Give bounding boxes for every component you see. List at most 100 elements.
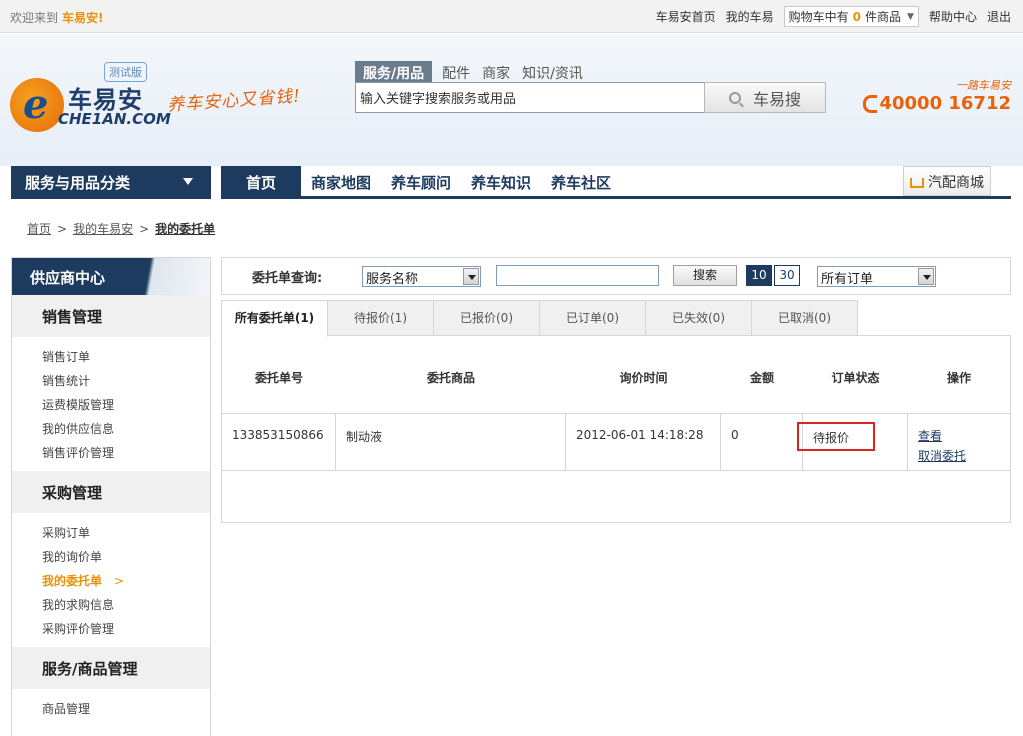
sidebar-title: 供应商中心 [12,258,210,295]
welcome-text: 欢迎来到 [10,11,59,25]
chevron-right-icon: > [114,574,125,588]
top-links: 车易安首页 我的车易 购物车中有 0 件商品 ▼ 帮助中心 退出 [646,6,1011,27]
cancel-consignment-link[interactable]: 取消委托 [918,446,1000,466]
nav-item-community[interactable]: 养车社区 [541,166,621,196]
nav-item-home[interactable]: 首页 [221,166,301,196]
logo-text-en: CHE1AN.COM [58,110,171,128]
column-header-status: 订单状态 [831,371,880,385]
cart-prefix: 购物车中有 [788,10,849,24]
chevron-down-icon [183,178,193,185]
column-header-product: 委托商品 [426,371,475,385]
category-menu-button[interactable]: 服务与用品分类 [11,166,211,199]
cell-actions: 查看 取消委托 [908,414,1010,470]
breadcrumb-home[interactable]: 首页 [27,222,51,236]
query-label: 委托单查询: [252,271,323,286]
home-link[interactable]: 车易安首页 [656,7,716,27]
query-input[interactable] [496,265,659,286]
logo-letter: e [23,81,49,128]
view-link[interactable]: 查看 [918,426,1000,446]
status-badge: 待报价 [797,422,875,451]
breadcrumb-separator: > [139,222,150,236]
sidebar-item-supply-info[interactable]: 我的供应信息 [42,417,210,441]
tab-ordered[interactable]: 已订单(0) [539,300,646,336]
column-header-id: 委托单号 [254,371,303,385]
search-button[interactable]: 车易搜 [704,82,826,113]
search-tab-merchants[interactable]: 商家 [482,63,510,83]
page-size-30[interactable]: 30 [774,265,800,286]
table-row: 133853150866 制动液 2012-06-01 14:18:28 0 待… [222,413,1010,471]
chevron-down-icon [463,268,479,285]
sidebar-section-goods: 服务/商品管理 [12,647,210,689]
search-input[interactable]: 输入关键字搜索服务或用品 [355,82,705,113]
order-filter-value: 所有订单 [821,272,874,287]
cart-suffix: 件商品 [865,10,902,24]
cell-id: 133853150866 [222,414,336,470]
main-nav: 服务与用品分类 首页 商家地图 养车顾问 养车知识 养车社区 汽配商城 [0,166,1023,199]
logo-mark: e [10,78,64,132]
sidebar-list-purchase: 采购订单 我的询价单 我的委托单 > 我的求购信息 采购评价管理 [12,513,210,647]
nav-item-car-advisor[interactable]: 养车顾问 [381,166,461,196]
top-bar: 欢迎来到 车易安! 车易安首页 我的车易 购物车中有 0 件商品 ▼ 帮助中心 … [0,0,1023,33]
sidebar-item-sales-reviews[interactable]: 销售评价管理 [42,441,210,465]
column-header-amount: 金额 [749,371,774,385]
sidebar-item-my-consignments[interactable]: 我的委托单 > [42,569,210,593]
search-tab-knowledge[interactable]: 知识/资讯 [522,63,583,83]
sidebar-item-wanted-info[interactable]: 我的求购信息 [42,593,210,617]
breadcrumb-my-account[interactable]: 我的车易安 [73,222,133,236]
tab-quoted[interactable]: 已报价(0) [433,300,540,336]
sidebar-section-purchase: 采购管理 [12,471,210,513]
query-search-button[interactable]: 搜索 [673,265,737,286]
sidebar: 供应商中心 销售管理 销售订单 销售统计 运费模版管理 我的供应信息 销售评价管… [11,257,211,736]
search-tab-parts[interactable]: 配件 [442,63,470,83]
sidebar-item-sales-stats[interactable]: 销售统计 [42,369,210,393]
tab-pending-quote[interactable]: 待报价(1) [327,300,434,336]
tab-expired[interactable]: 已失效(0) [645,300,752,336]
my-account-link[interactable]: 我的车易 [726,7,774,27]
sidebar-item-purchase-orders[interactable]: 采购订单 [42,521,210,545]
logout-link[interactable]: 退出 [987,7,1011,27]
beta-badge: 测试版 [104,62,147,82]
sidebar-item-shipping-templates[interactable]: 运费模版管理 [42,393,210,417]
tab-cancelled[interactable]: 已取消(0) [751,300,858,336]
sidebar-item-inquiries[interactable]: 我的询价单 [42,545,210,569]
nav-bar: 首页 商家地图 养车顾问 养车知识 养车社区 [221,166,1011,199]
consignment-table: 委托单号 委托商品 询价时间 金额 订单状态 操作 133853150866 制… [221,336,1011,523]
cell-time: 2012-06-01 14:18:28 [566,414,721,470]
page-size-10[interactable]: 10 [746,265,772,286]
query-field-select[interactable]: 服务名称 [362,266,481,287]
chevron-down-icon: ▼ [907,11,914,22]
parts-mall-button[interactable]: 汽配商城 [903,166,991,196]
breadcrumb-separator: > [57,222,68,236]
sidebar-list-sales: 销售订单 销售统计 运费模版管理 我的供应信息 销售评价管理 [12,337,210,471]
tab-all[interactable]: 所有委托单(1) [221,300,328,337]
cell-product: 制动液 [336,414,566,470]
query-bar: 委托单查询: 服务名称 搜索 10 30 所有订单 [221,257,1011,295]
search-button-label: 车易搜 [752,89,801,109]
sidebar-list-goods: 商品管理 [12,689,210,727]
column-header-actions: 操作 [946,371,971,385]
chevron-down-icon [918,268,934,285]
cart-count: 0 [852,9,862,24]
nav-item-car-knowledge[interactable]: 养车知识 [461,166,541,196]
column-header-time: 询价时间 [619,371,668,385]
help-link[interactable]: 帮助中心 [929,7,977,27]
brand-link[interactable]: 车易安! [62,9,103,26]
sidebar-item-goods-management[interactable]: 商品管理 [42,697,210,721]
sidebar-item-sales-orders[interactable]: 销售订单 [42,345,210,369]
parts-mall-label: 汽配商城 [928,175,984,191]
breadcrumb-current[interactable]: 我的委托单 [155,222,215,236]
cart-dropdown[interactable]: 购物车中有 0 件商品 ▼ [783,6,919,27]
header: e 车易安 CHE1AN.COM 测试版 养车安心又省钱! 服务/用品 配件 商… [0,34,1023,166]
cart-icon [910,178,924,188]
sidebar-item-label: 我的委托单 [42,574,103,588]
category-menu-label: 服务与用品分类 [25,174,131,192]
hotline-number-wrap: 40000 16712 [863,93,1011,114]
nav-item-merchant-map[interactable]: 商家地图 [301,166,381,196]
slogan: 养车安心又省钱! [166,86,302,116]
phone-icon [863,94,878,113]
cell-amount: 0 [721,414,803,470]
sidebar-item-purchase-reviews[interactable]: 采购评价管理 [42,617,210,641]
breadcrumb: 首页 > 我的车易安 > 我的委托单 [27,220,215,237]
sidebar-section-sales: 销售管理 [12,295,210,337]
order-filter-select[interactable]: 所有订单 [817,266,936,287]
